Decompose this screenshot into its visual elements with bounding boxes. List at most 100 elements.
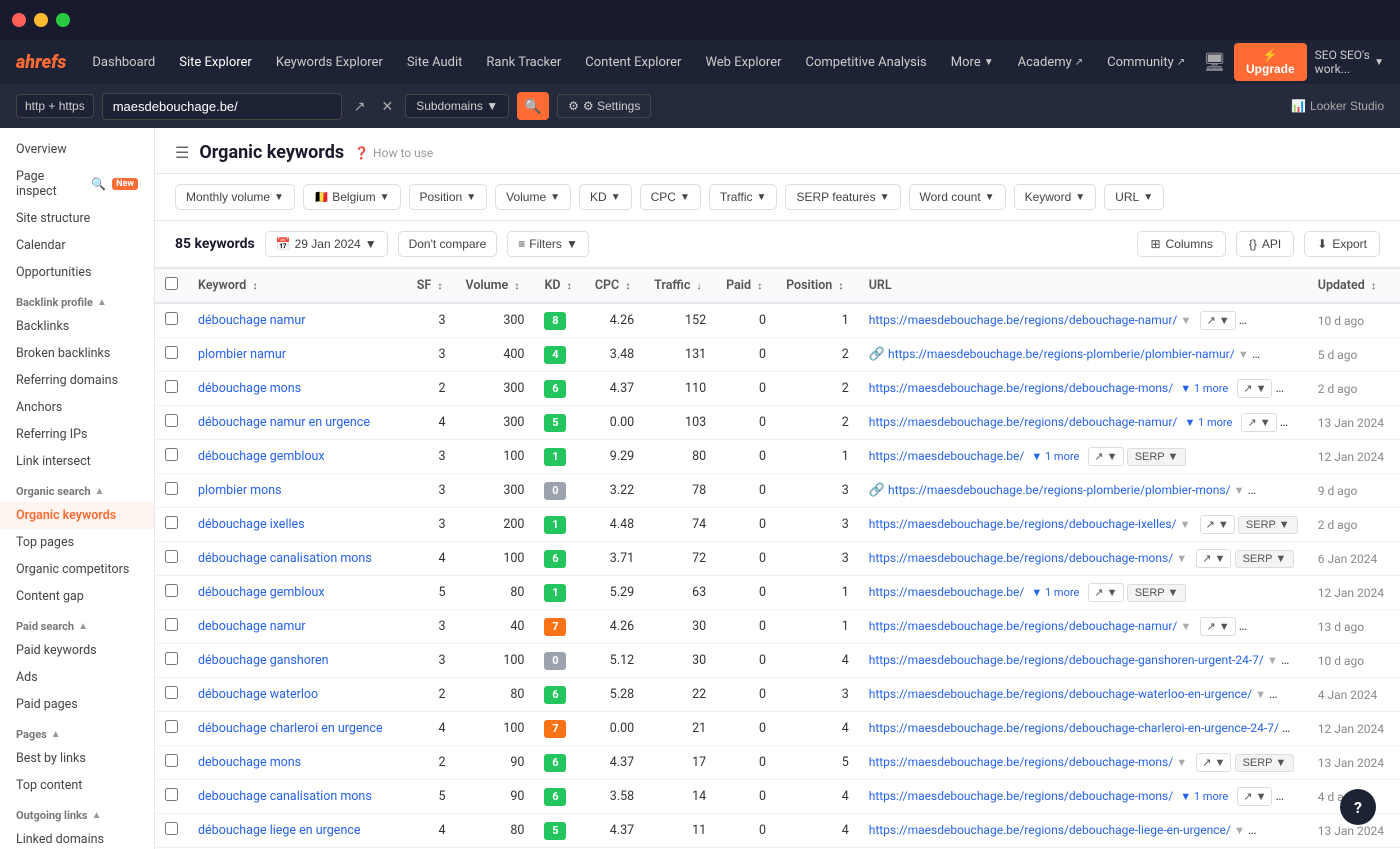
- more-url-link[interactable]: ▼ 1 more: [1031, 586, 1079, 599]
- sidebar-item-top-content[interactable]: Top content: [0, 772, 154, 799]
- more-url-link[interactable]: ▼ 1 more: [1184, 416, 1232, 429]
- row-checkbox[interactable]: [155, 814, 188, 848]
- sidebar-item-linked-domains[interactable]: Linked domains: [0, 826, 154, 849]
- row-checkbox[interactable]: [155, 746, 188, 780]
- keyword-link[interactable]: debouchage canalisation mons: [198, 789, 372, 804]
- looker-studio-button[interactable]: 📊 Looker Studio: [1291, 99, 1384, 113]
- select-all-checkbox[interactable]: [155, 269, 188, 304]
- nav-content-explorer[interactable]: Content Explorer: [575, 49, 691, 76]
- row-checkbox[interactable]: [155, 338, 188, 372]
- keyword-link[interactable]: plombier mons: [198, 483, 282, 498]
- sidebar-section-outgoing[interactable]: Outgoing links ▲: [0, 799, 154, 826]
- serp-button[interactable]: SERP ▼: [1276, 380, 1308, 398]
- trend-button[interactable]: ↗ ▼: [1258, 345, 1293, 364]
- row-checkbox[interactable]: [155, 303, 188, 338]
- url-dropdown[interactable]: ▼: [1180, 314, 1191, 327]
- col-sf[interactable]: SF ↕: [407, 269, 456, 304]
- serp-button[interactable]: SERP ▼: [1235, 550, 1295, 568]
- sidebar-item-ads[interactable]: Ads: [0, 664, 154, 691]
- url-link[interactable]: https://maesdebouchage.be/regions/debouc…: [869, 721, 1279, 735]
- filter-country[interactable]: 🇧🇪 Belgium ▼: [303, 184, 401, 210]
- keyword-link[interactable]: debouchage namur: [198, 619, 305, 634]
- sidebar-item-backlinks[interactable]: Backlinks: [0, 313, 154, 340]
- keyword-link[interactable]: débouchage ixelles: [198, 517, 305, 532]
- url-link[interactable]: https://maesdebouchage.be/regions/debouc…: [869, 517, 1177, 531]
- more-url-link[interactable]: ▼ 1 more: [1180, 790, 1228, 803]
- trend-button[interactable]: ↗ ▼: [1196, 753, 1231, 772]
- sidebar-item-site-structure[interactable]: Site structure: [0, 205, 154, 232]
- row-checkbox[interactable]: [155, 406, 188, 440]
- row-checkbox[interactable]: [155, 474, 188, 508]
- keyword-link[interactable]: débouchage ganshoren: [198, 653, 329, 668]
- filter-serp-features[interactable]: SERP features ▼: [785, 184, 900, 210]
- sidebar-item-broken-backlinks[interactable]: Broken backlinks: [0, 340, 154, 367]
- col-keyword[interactable]: Keyword ↕: [188, 269, 407, 304]
- nav-dashboard[interactable]: Dashboard: [82, 49, 165, 76]
- keyword-link[interactable]: débouchage namur: [198, 313, 305, 328]
- row-checkbox[interactable]: [155, 644, 188, 678]
- keyword-link[interactable]: débouchage namur en urgence: [198, 415, 370, 430]
- serp-button[interactable]: SERP ▼: [1239, 618, 1299, 636]
- search-button[interactable]: 🔍: [517, 92, 549, 120]
- close-button[interactable]: [12, 13, 26, 27]
- trend-button[interactable]: ↗ ▼: [1254, 821, 1289, 840]
- row-checkbox[interactable]: [155, 576, 188, 610]
- sidebar-section-organic[interactable]: Organic search ▲: [0, 475, 154, 502]
- serp-button[interactable]: SERP ▼: [1127, 448, 1187, 466]
- sidebar-section-paid[interactable]: Paid search ▲: [0, 610, 154, 637]
- url-link[interactable]: https://maesdebouchage.be/regions-plombe…: [888, 483, 1231, 497]
- col-kd[interactable]: KD ↕: [534, 269, 584, 304]
- col-paid[interactable]: Paid ↕: [716, 269, 776, 304]
- serp-button[interactable]: SERP ▼: [1292, 482, 1308, 500]
- keyword-link[interactable]: plombier namur: [198, 347, 286, 362]
- sidebar-item-referring-ips[interactable]: Referring IPs: [0, 421, 154, 448]
- sidebar-item-top-pages[interactable]: Top pages: [0, 529, 154, 556]
- keyword-link[interactable]: débouchage mons: [198, 381, 301, 396]
- filter-word-count[interactable]: Word count ▼: [909, 184, 1006, 210]
- minimize-button[interactable]: [34, 13, 48, 27]
- sidebar-section-pages[interactable]: Pages ▲: [0, 718, 154, 745]
- row-checkbox[interactable]: [155, 712, 188, 746]
- keyword-link[interactable]: débouchage gembloux: [198, 585, 325, 600]
- url-input[interactable]: [102, 93, 342, 120]
- url-link[interactable]: https://maesdebouchage.be/regions/debouc…: [869, 823, 1231, 837]
- export-button[interactable]: ⬇ Export: [1304, 231, 1380, 257]
- col-volume[interactable]: Volume ↕: [456, 269, 535, 304]
- sidebar-item-paid-pages[interactable]: Paid pages: [0, 691, 154, 718]
- sidebar-item-organic-competitors[interactable]: Organic competitors: [0, 556, 154, 583]
- hamburger-icon[interactable]: ☰: [175, 143, 189, 162]
- url-link[interactable]: https://maesdebouchage.be/: [869, 449, 1025, 463]
- trend-button[interactable]: ↗ ▼: [1287, 651, 1308, 670]
- upgrade-button[interactable]: ⚡ Upgrade: [1234, 43, 1307, 81]
- url-link[interactable]: https://maesdebouchage.be/regions/debouc…: [869, 313, 1178, 327]
- row-checkbox[interactable]: [155, 440, 188, 474]
- row-checkbox[interactable]: [155, 372, 188, 406]
- filter-keyword[interactable]: Keyword ▼: [1014, 184, 1097, 210]
- trend-button[interactable]: ↗ ▼: [1200, 515, 1235, 534]
- col-position[interactable]: Position ↕: [776, 269, 859, 304]
- serp-button[interactable]: SERP ▼: [1296, 346, 1308, 364]
- filter-monthly-volume[interactable]: Monthly volume ▼: [175, 184, 295, 210]
- sidebar-item-opportunities[interactable]: Opportunities: [0, 259, 154, 286]
- filter-cpc[interactable]: CPC ▼: [640, 184, 701, 210]
- columns-button[interactable]: ⊞ Columns: [1137, 231, 1225, 257]
- trend-button[interactable]: ↗ ▼: [1275, 685, 1308, 704]
- nav-academy[interactable]: Academy ↗: [1008, 49, 1094, 76]
- api-button[interactable]: {} API: [1236, 231, 1294, 257]
- sidebar-item-content-gap[interactable]: Content gap: [0, 583, 154, 610]
- trend-button[interactable]: ↗ ▼: [1237, 379, 1272, 398]
- sidebar-item-referring-domains[interactable]: Referring domains: [0, 367, 154, 394]
- url-dropdown[interactable]: ▼: [1176, 552, 1187, 565]
- logo[interactable]: ahrefs: [16, 52, 66, 73]
- trend-button[interactable]: ↗ ▼: [1254, 481, 1289, 500]
- sidebar-item-anchors[interactable]: Anchors: [0, 394, 154, 421]
- url-link[interactable]: https://maesdebouchage.be/regions/debouc…: [869, 551, 1173, 565]
- serp-button[interactable]: SERP ▼: [1276, 788, 1308, 806]
- filter-url[interactable]: URL ▼: [1104, 184, 1164, 210]
- open-url-button[interactable]: ↗: [350, 94, 370, 119]
- row-checkbox[interactable]: [155, 508, 188, 542]
- nav-community[interactable]: Community ↗: [1097, 49, 1195, 76]
- url-link[interactable]: https://maesdebouchage.be/regions/debouc…: [869, 687, 1252, 701]
- workspace-selector[interactable]: SEO SEO's work... ▼: [1315, 48, 1384, 76]
- subdomains-select[interactable]: Subdomains ▼: [405, 94, 509, 118]
